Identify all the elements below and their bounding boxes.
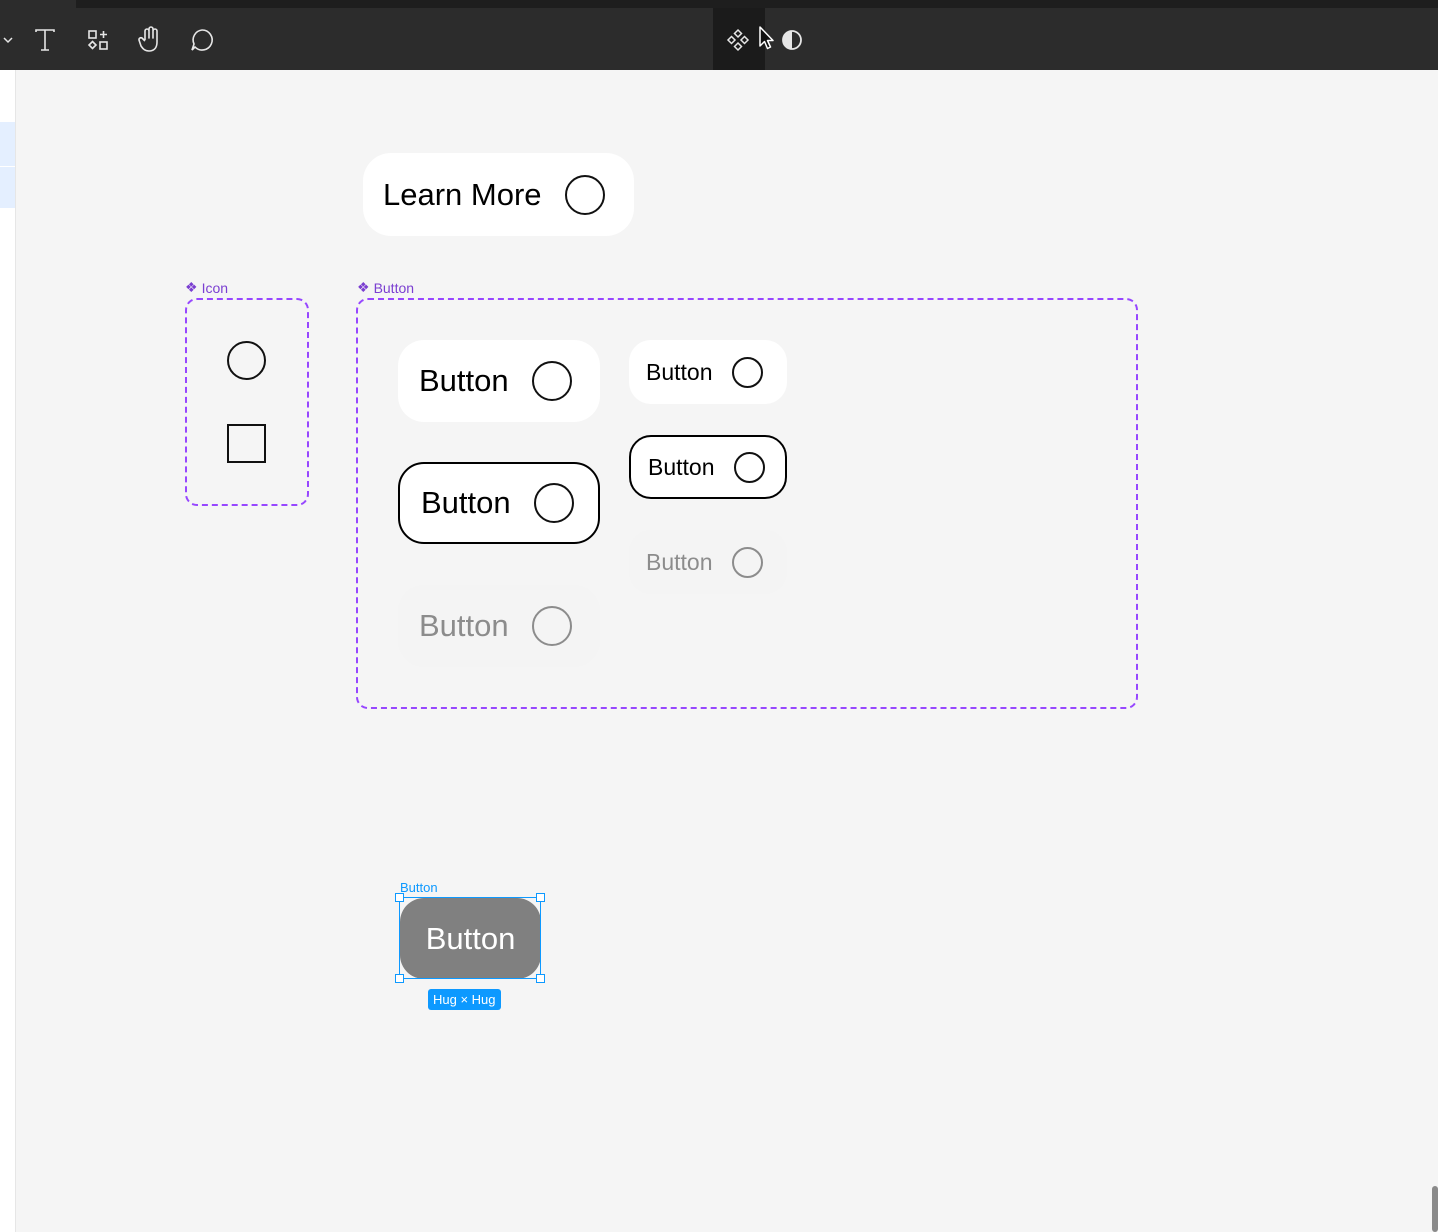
square-icon-variant[interactable] <box>227 424 266 463</box>
layer-divider <box>0 166 15 167</box>
button-small-outline[interactable]: Button <box>629 435 787 499</box>
circle-icon <box>733 451 765 483</box>
button-small-disabled[interactable]: Button <box>629 530 787 594</box>
button-label: Button <box>419 363 509 398</box>
comment-icon[interactable] <box>186 24 218 56</box>
hand-tool-icon[interactable] <box>134 24 166 56</box>
toolbar <box>0 8 1438 70</box>
selected-button[interactable]: Button <box>400 898 541 979</box>
circle-icon <box>533 483 574 523</box>
resize-handle-top-left[interactable] <box>395 893 404 902</box>
canvas-scrollbar[interactable] <box>1432 1186 1438 1232</box>
button-large-default[interactable]: Button <box>398 340 600 422</box>
icon-frame-name: Icon <box>201 279 229 296</box>
icon-frame-label[interactable]: ❖ Icon <box>185 279 228 296</box>
contrast-icon[interactable] <box>776 24 808 56</box>
circle-icon <box>731 546 763 578</box>
circle-icon-variant[interactable] <box>227 341 266 380</box>
text-tool-icon[interactable] <box>29 24 61 56</box>
button-label: Button <box>648 453 715 480</box>
resize-handle-bottom-right[interactable] <box>536 974 545 983</box>
circle-icon <box>531 361 572 401</box>
button-frame-label[interactable]: ❖ Button <box>357 279 414 296</box>
chevron-down-icon[interactable] <box>0 24 24 56</box>
component-icon: ❖ <box>185 279 198 295</box>
circle-icon <box>564 174 605 215</box>
size-badge: Hug × Hug <box>428 989 501 1010</box>
icon-component-set[interactable] <box>185 298 309 506</box>
button-frame-name: Button <box>373 279 415 296</box>
resources-icon[interactable] <box>82 24 114 56</box>
resize-handle-top-right[interactable] <box>536 893 545 902</box>
circle-icon <box>531 606 572 646</box>
tab-edge <box>0 0 76 8</box>
selected-layer-highlight <box>0 122 15 208</box>
learn-more-button[interactable]: Learn More <box>363 153 634 236</box>
button-small-default[interactable]: Button <box>629 340 787 404</box>
selected-layer-label[interactable]: Button <box>400 880 438 895</box>
resize-handle-bottom-left[interactable] <box>395 974 404 983</box>
button-large-disabled[interactable]: Button <box>398 585 600 667</box>
circle-icon <box>731 356 763 388</box>
button-large-outline[interactable]: Button <box>398 462 600 544</box>
button-label: Button <box>646 358 713 385</box>
component-icon: ❖ <box>357 279 370 295</box>
layers-panel-edge <box>0 70 16 1232</box>
button-label: Button <box>419 608 509 643</box>
window-top-strip <box>0 0 1438 8</box>
selected-button-label: Button <box>425 920 516 956</box>
learn-more-label: Learn More <box>383 176 542 212</box>
button-label: Button <box>421 485 511 520</box>
button-label: Button <box>646 548 713 575</box>
